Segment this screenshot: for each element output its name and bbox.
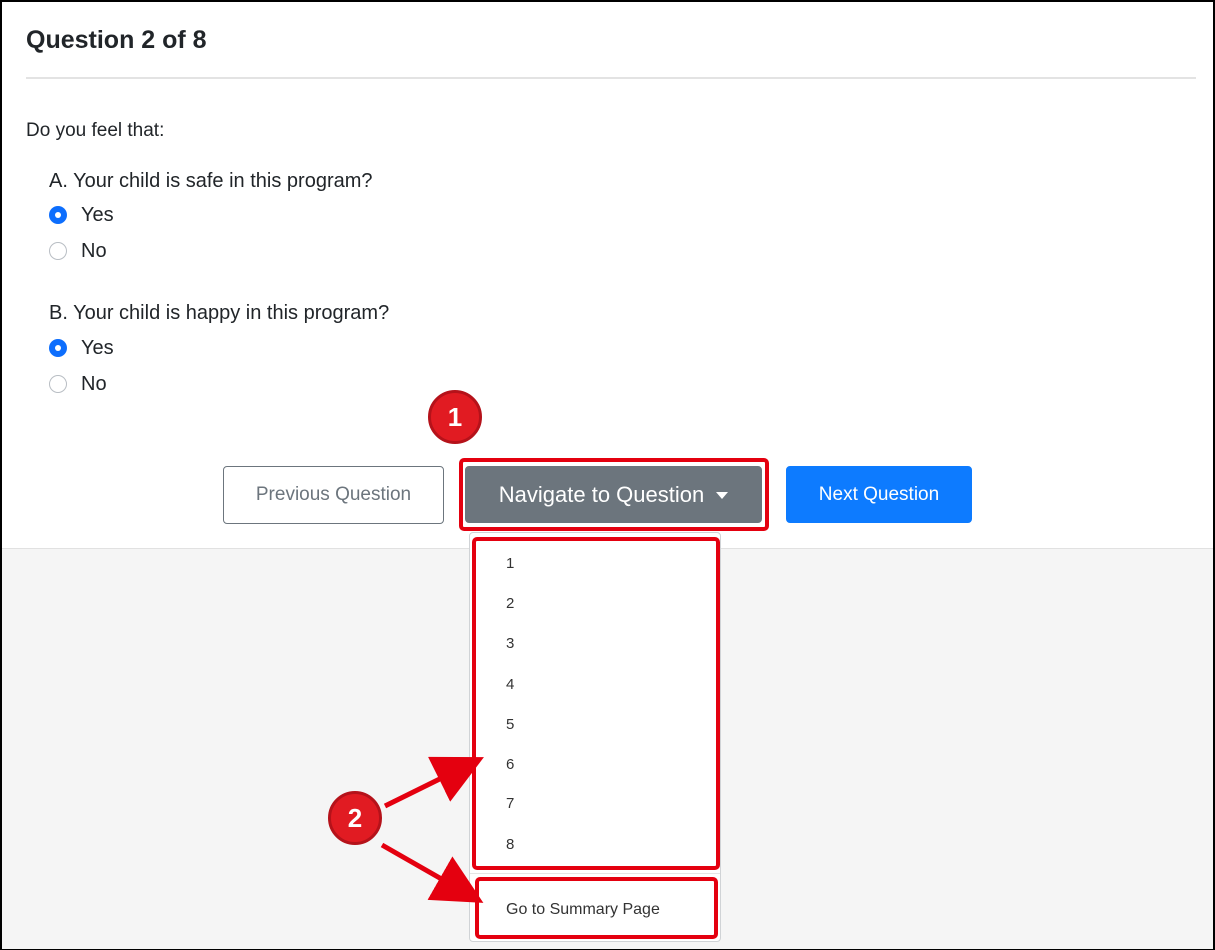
callout-badge-1: 1 — [428, 390, 482, 444]
callout-badge-2: 2 — [328, 791, 382, 845]
callout-arrows — [380, 756, 484, 903]
arrow-to-question-list — [383, 756, 484, 809]
arrow-to-summary-item — [380, 842, 484, 903]
